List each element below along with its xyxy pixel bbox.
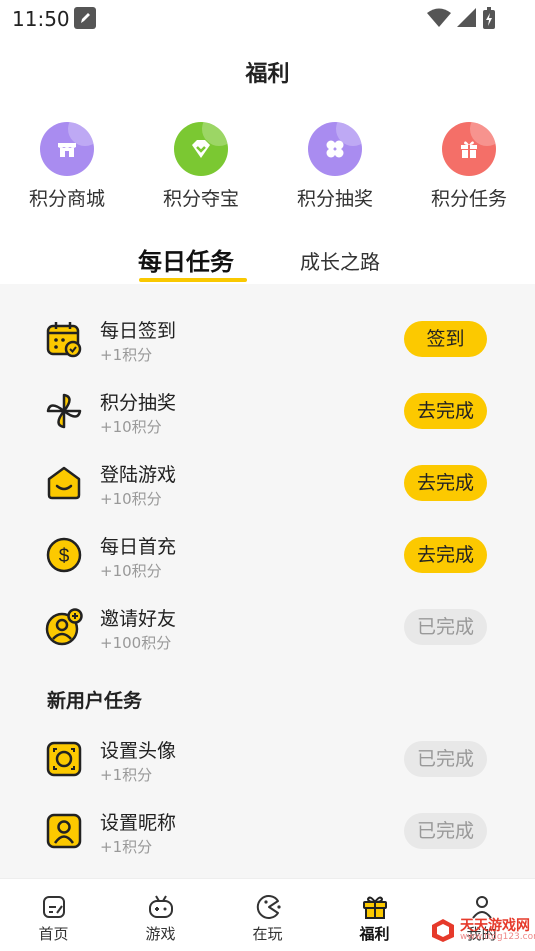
- task-name: 设置头像: [100, 740, 177, 762]
- task-points: +10积分: [100, 562, 162, 580]
- quick-entry-tasks[interactable]: 积分任务: [402, 120, 535, 211]
- quick-entries: 积分商城 积分夺宝 积分抽奖 积分任务: [0, 120, 535, 210]
- go-complete-button[interactable]: 去完成: [404, 393, 487, 429]
- task-row: 设置头像 +1积分 已完成: [0, 722, 535, 794]
- task-row: 每日签到 +1积分 签到: [0, 302, 535, 374]
- wifi-icon: [427, 8, 451, 27]
- nav-label: 游戏: [145, 925, 176, 943]
- store-icon: [40, 122, 94, 176]
- gift-icon: [442, 122, 496, 176]
- status-icons: [427, 7, 495, 29]
- task-tabs: 每日任务 成长之路: [0, 240, 535, 284]
- home-icon: [42, 896, 65, 918]
- task-panel: 每日签到 +1积分 签到 积分抽奖 +10积分 去完成 登陆游戏 +10积分 去…: [0, 284, 535, 878]
- dollar-coin-icon: $: [46, 537, 82, 573]
- nav-games[interactable]: 游戏: [107, 893, 214, 944]
- clover-icon: [308, 122, 362, 176]
- signal-icon: [457, 8, 476, 27]
- completed-button[interactable]: 已完成: [404, 813, 487, 849]
- nav-label: 在玩: [252, 925, 283, 943]
- quick-entry-label: 积分任务: [430, 188, 507, 210]
- page-title: 福利: [245, 62, 290, 87]
- avatar-frame-icon: [46, 741, 82, 777]
- go-complete-button[interactable]: 去完成: [404, 465, 487, 501]
- nav-welfare[interactable]: 福利: [321, 893, 428, 944]
- gift-icon: [362, 896, 387, 919]
- nav-label: 福利: [359, 925, 390, 943]
- tab-daily-tasks[interactable]: 每日任务: [138, 242, 234, 277]
- task-row: 邀请好友 +100积分 已完成: [0, 590, 535, 662]
- task-points: +100积分: [100, 634, 172, 652]
- watermark-logo-icon: [432, 919, 454, 942]
- task-row: 设置昵称 +1积分 已完成: [0, 794, 535, 866]
- quick-entry-label: 积分夺宝: [162, 188, 239, 210]
- task-name: 每日签到: [100, 320, 177, 342]
- task-name: 登陆游戏: [100, 464, 177, 486]
- task-row: 积分抽奖 +10积分 去完成: [0, 374, 535, 446]
- tab-growth-path[interactable]: 成长之路: [300, 246, 380, 275]
- completed-button[interactable]: 已完成: [404, 609, 487, 645]
- task-name: 每日首充: [100, 536, 177, 558]
- quick-entry-label: 积分抽奖: [296, 188, 373, 210]
- nav-playing[interactable]: 在玩: [214, 893, 321, 944]
- active-tab-indicator: [139, 278, 247, 282]
- user-card-icon: [46, 813, 82, 849]
- new-user-section-title: 新用户任务: [47, 690, 143, 712]
- nav-home[interactable]: 首页: [0, 893, 107, 944]
- completed-button[interactable]: 已完成: [404, 741, 487, 777]
- status-bar: 11:50: [0, 0, 535, 36]
- quick-entry-points-store[interactable]: 积分商城: [0, 120, 134, 211]
- pacman-icon: [256, 895, 281, 919]
- task-name: 积分抽奖: [100, 392, 177, 414]
- quick-entry-treasure[interactable]: 积分夺宝: [134, 120, 268, 211]
- task-name: 设置昵称: [100, 812, 177, 834]
- pinwheel-icon: [46, 393, 82, 429]
- task-points: +1积分: [100, 346, 153, 364]
- status-time: 11:50: [12, 7, 70, 31]
- diamond-icon: [174, 122, 228, 176]
- user-add-icon: [45, 608, 83, 646]
- quick-entry-label: 积分商城: [28, 188, 105, 210]
- gamepad-icon: [148, 895, 173, 918]
- task-points: +1积分: [100, 838, 153, 856]
- calendar-check-icon: [46, 322, 82, 358]
- quick-entry-lottery[interactable]: 积分抽奖: [268, 120, 402, 211]
- house-smile-icon: [47, 466, 81, 500]
- task-row: 登陆游戏 +10积分 去完成: [0, 446, 535, 518]
- go-complete-button[interactable]: 去完成: [404, 537, 487, 573]
- task-points: +10积分: [100, 490, 162, 508]
- task-name: 邀请好友: [100, 608, 177, 630]
- battery-icon: [483, 7, 495, 29]
- task-points: +10积分: [100, 418, 162, 436]
- nav-label: 首页: [38, 925, 69, 943]
- task-points: +1积分: [100, 766, 153, 784]
- watermark: 天天游戏网 www.ttdg123.com: [430, 915, 535, 945]
- sign-in-button[interactable]: 签到: [404, 321, 487, 357]
- watermark-url: www.ttdg123.com: [460, 932, 535, 942]
- svg-text:$: $: [59, 546, 70, 567]
- task-row: $ 每日首充 +10积分 去完成: [0, 518, 535, 590]
- edit-notification-icon: [74, 7, 96, 29]
